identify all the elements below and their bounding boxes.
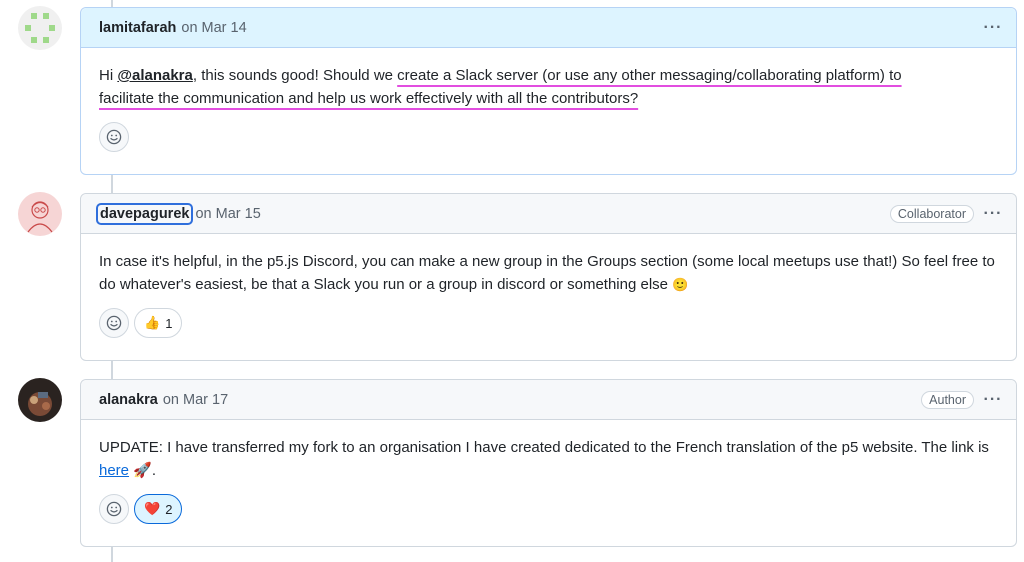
sketch-avatar: [18, 192, 62, 236]
reaction-heart[interactable]: ❤️ 2: [134, 494, 183, 524]
reaction-thumbs-up[interactable]: 👍 1: [134, 308, 183, 338]
reactions-bar: [81, 110, 1016, 166]
reaction-count: 2: [165, 501, 173, 517]
avatar-davepagurek[interactable]: [18, 192, 62, 236]
add-reaction-button[interactable]: [99, 494, 129, 524]
body-text: , this sounds good! Should we: [192, 67, 398, 84]
smiley-icon: [106, 315, 122, 331]
thumbs-up-icon: 👍: [144, 315, 161, 330]
here-link[interactable]: here: [99, 462, 129, 479]
comment-body: Hi @alanakra, this sounds good! Should w…: [81, 48, 1016, 110]
comment-header: lamitafarah on Mar 14 ···: [81, 8, 1016, 48]
comment-header: alanakra on Mar 17 Author ···: [81, 380, 1016, 420]
add-reaction-button[interactable]: [99, 308, 129, 338]
comment-date[interactable]: on Mar 14: [181, 20, 246, 36]
author-badge: Author: [921, 390, 974, 409]
highlighted-text: create a Slack server (or use any other …: [397, 67, 902, 84]
photo-avatar: [18, 378, 62, 422]
kebab-horizontal-icon[interactable]: ···: [982, 205, 1004, 222]
body-text: Hi: [99, 67, 118, 84]
comment-author[interactable]: alanakra: [99, 392, 158, 408]
identicon-avatar: [18, 6, 62, 50]
body-text: UPDATE: I have transferred my fork to an…: [99, 439, 989, 456]
avatar-lamitafarah[interactable]: [18, 6, 62, 50]
collaborator-badge: Collaborator: [889, 204, 974, 223]
reactions-bar: 👍 1: [81, 296, 1016, 352]
comment-card: lamitafarah on Mar 14 ··· Hi @alanakra, …: [80, 7, 1017, 175]
comment-date[interactable]: on Mar 17: [163, 392, 228, 408]
smiley-icon: [106, 501, 122, 517]
comment-card: alanakra on Mar 17 Author ··· UPDATE: I …: [80, 379, 1017, 547]
kebab-horizontal-icon[interactable]: ···: [982, 391, 1004, 408]
comment-date[interactable]: on Mar 15: [195, 206, 260, 222]
add-reaction-button[interactable]: [99, 122, 129, 152]
reactions-bar: ❤️ 2: [81, 482, 1016, 538]
comment-body: In case it's helpful, in the p5.js Disco…: [81, 234, 1016, 296]
slightly-smiling-emoji: 🙂: [672, 277, 689, 292]
kebab-horizontal-icon[interactable]: ···: [982, 19, 1004, 36]
body-text: In case it's helpful, in the p5.js Disco…: [99, 253, 995, 293]
avatar-alanakra[interactable]: [18, 378, 62, 422]
smiley-icon: [106, 129, 122, 145]
comment-card: davepagurek on Mar 15 Collaborator ··· I…: [80, 193, 1017, 361]
user-mention[interactable]: @alanakra: [117, 67, 193, 84]
comment-author[interactable]: lamitafarah: [99, 20, 176, 36]
reaction-count: 1: [165, 315, 173, 331]
comment-author[interactable]: davepagurek: [95, 202, 194, 225]
comment-body: UPDATE: I have transferred my fork to an…: [81, 420, 1016, 482]
highlighted-text: facilitate the communication and help us…: [99, 90, 639, 107]
comment-header: davepagurek on Mar 15 Collaborator ···: [81, 194, 1016, 234]
heart-icon: ❤️: [144, 501, 161, 516]
body-text: 🚀.: [129, 462, 157, 479]
